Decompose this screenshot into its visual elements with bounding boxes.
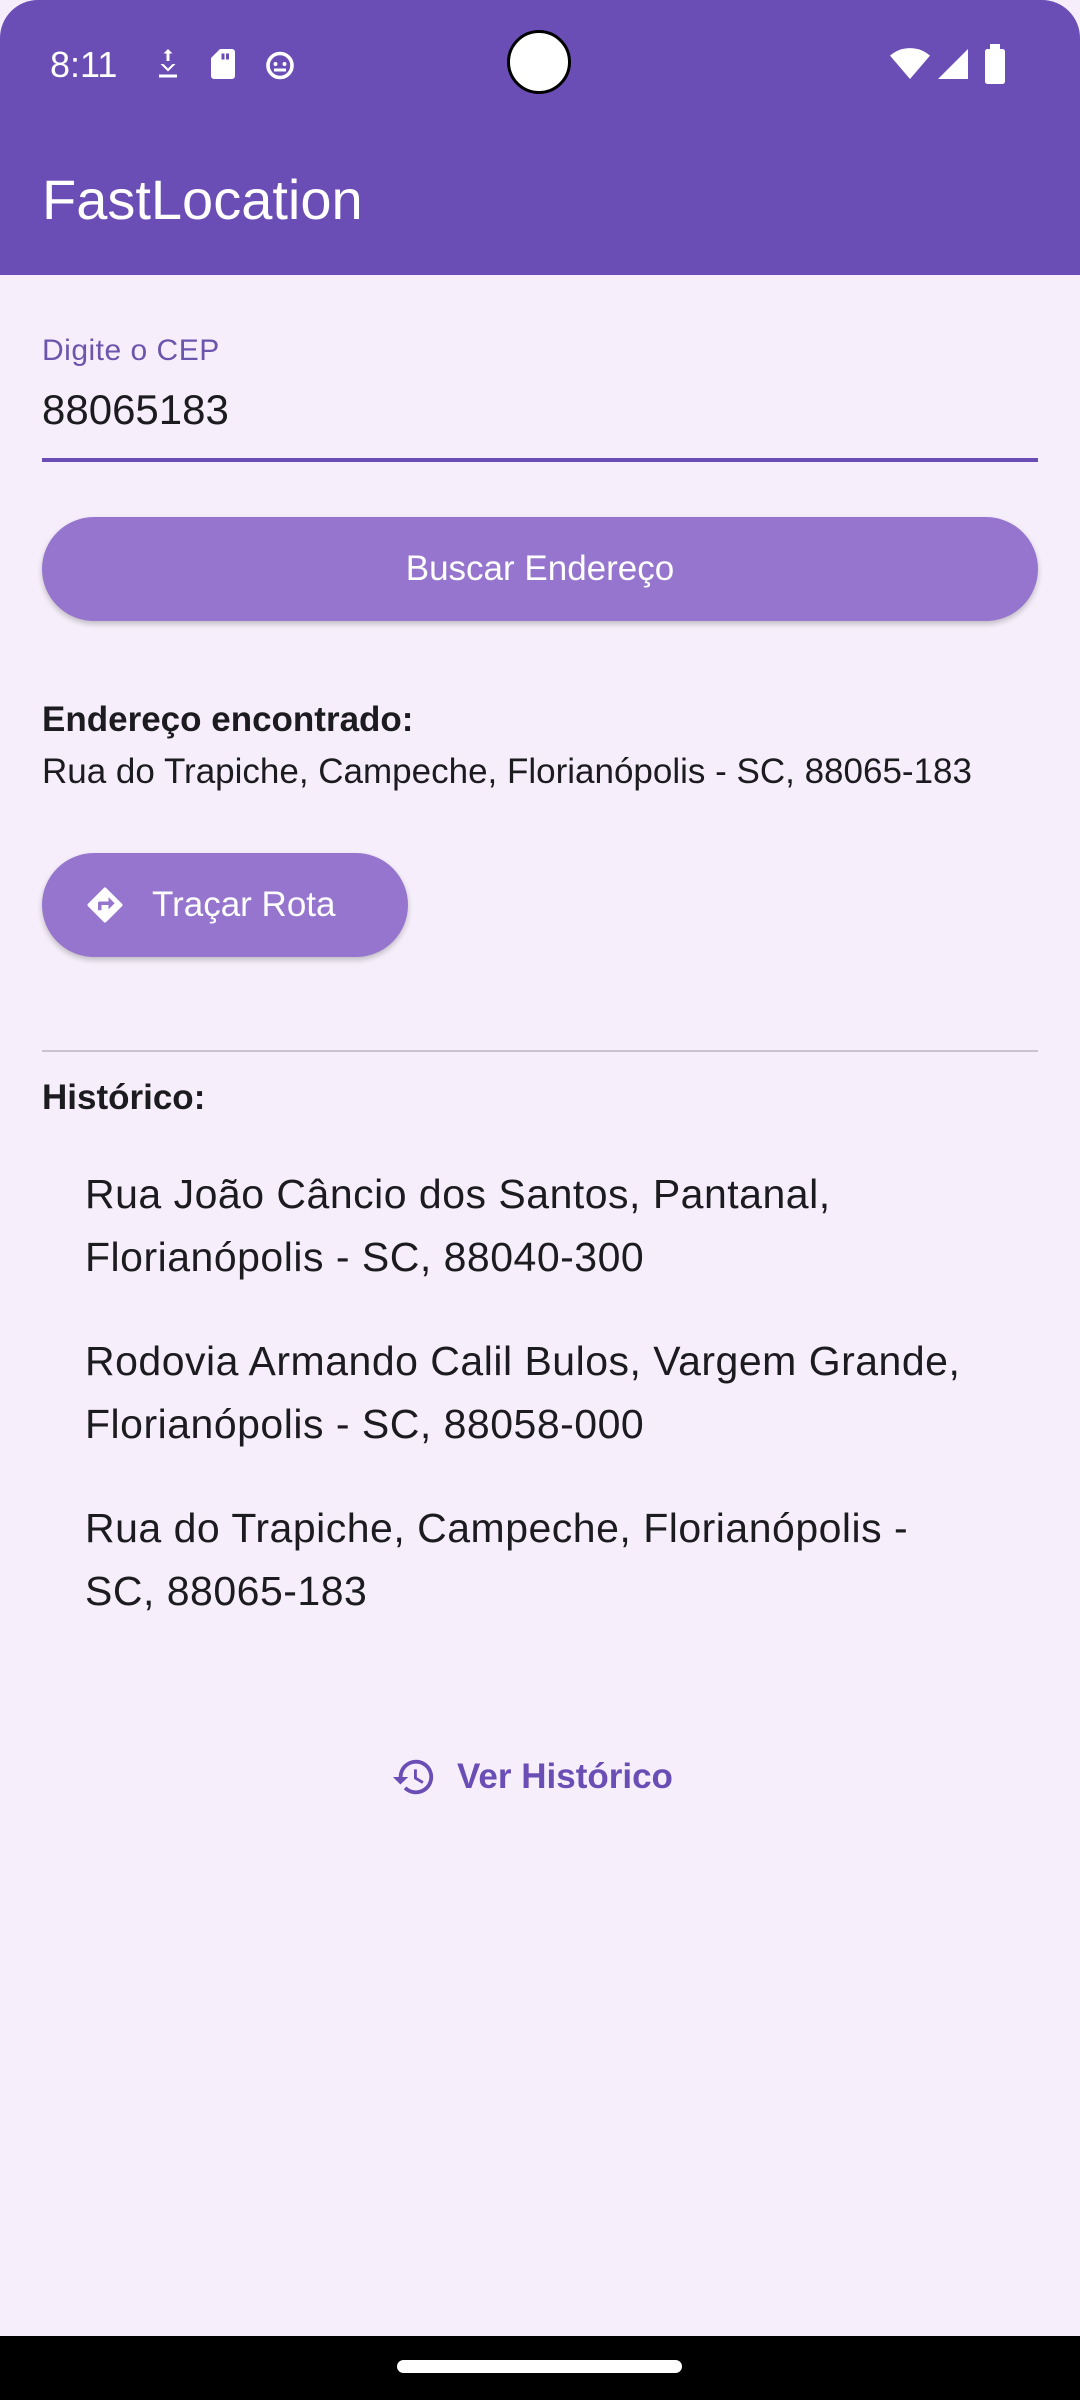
cep-field-label: Digite o CEP [42,334,220,367]
search-address-button-label: Buscar Endereço [405,549,675,588]
cell-signal-icon [935,44,971,84]
history-heading: Histórico: [42,1078,206,1117]
wifi-icon [890,44,930,84]
trace-route-button[interactable]: Traçar Rota [42,853,408,957]
history-item[interactable]: Rua João Câncio dos Santos, Pantanal, Fl… [85,1163,985,1289]
history-item[interactable]: Rodovia Armando Calil Bulos, Vargem Gran… [85,1330,985,1456]
status-time: 8:11 [50,44,118,85]
android-debug-icon [262,44,298,84]
found-address-text: Rua do Trapiche, Campeche, Florianópolis… [42,752,972,791]
download-icon [150,44,186,84]
divider [42,1050,1038,1052]
battery-icon [983,44,1007,84]
trace-route-button-label: Traçar Rota [152,885,336,924]
view-history-button[interactable]: Ver Histórico [391,1752,673,1802]
cep-input[interactable] [42,380,1038,440]
found-address-heading: Endereço encontrado: [42,700,414,739]
app-title: FastLocation [42,168,363,231]
sd-card-icon [205,44,241,84]
history-icon [391,1754,437,1800]
history-list: Rua João Câncio dos Santos, Pantanal, Fl… [85,1163,985,1664]
view-history-label: Ver Histórico [457,1757,673,1796]
directions-icon [84,884,126,926]
history-item[interactable]: Rua do Trapiche, Campeche, Florianópolis… [85,1497,985,1623]
home-indicator[interactable] [397,2360,682,2373]
cep-field-underline [42,458,1038,462]
camera-cutout [507,30,571,94]
search-address-button[interactable]: Buscar Endereço [42,517,1038,621]
status-bar: 8:11 [0,0,1080,125]
